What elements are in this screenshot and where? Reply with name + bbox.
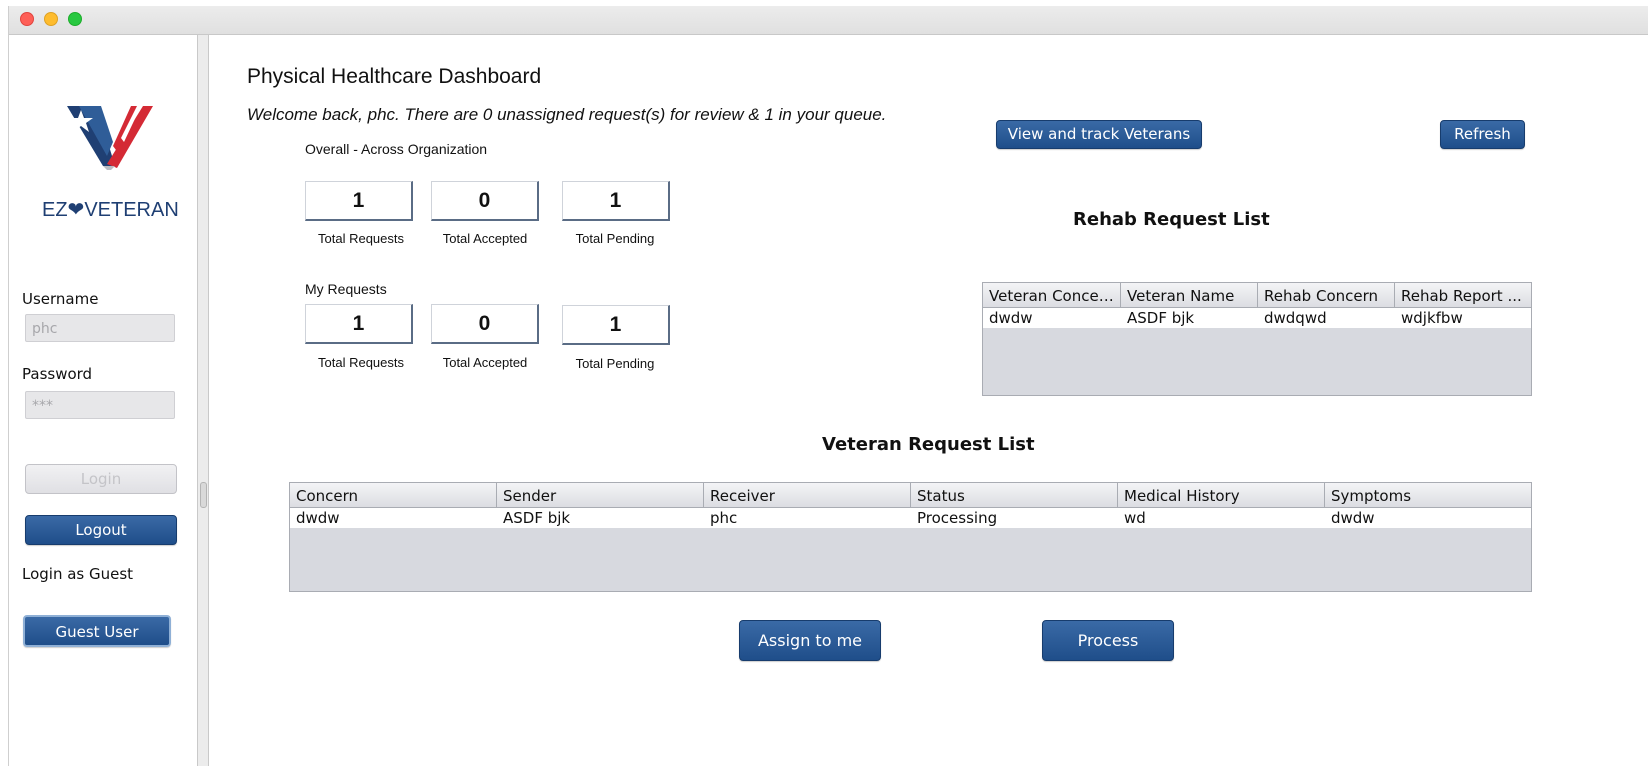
column-header[interactable]: Medical History <box>1118 483 1325 507</box>
overall-total-pending-value: 1 <box>562 181 670 221</box>
table-cell: phc <box>710 509 738 527</box>
my-total-pending-caption: Total Pending <box>575 356 655 371</box>
column-header[interactable]: Symptoms <box>1325 483 1531 507</box>
overall-total-pending-caption: Total Pending <box>575 231 655 246</box>
overall-total-requests-value: 1 <box>305 181 413 221</box>
veteran-table-header: Concern Sender Receiver Status Medical H… <box>290 483 1531 508</box>
table-cell: ASDF bjk <box>1127 309 1195 327</box>
process-button[interactable]: Process <box>1042 620 1174 661</box>
password-label: Password <box>22 365 93 383</box>
table-row[interactable]: dwdw ASDF bjk dwdqwd wdjkfbw <box>983 308 1531 328</box>
veteran-request-table: Concern Sender Receiver Status Medical H… <box>289 482 1532 592</box>
my-requests-section-label: My Requests <box>305 281 387 297</box>
page-title: Physical Healthcare Dashboard <box>247 65 542 88</box>
column-header[interactable]: Sender <box>497 483 704 507</box>
ezveteran-logo-icon <box>67 106 153 170</box>
column-header[interactable]: Rehab Report ... <box>1395 283 1531 307</box>
my-total-requests-value: 1 <box>305 304 413 344</box>
column-header[interactable]: Rehab Concern <box>1258 283 1395 307</box>
table-cell: wd <box>1124 509 1146 527</box>
username-field[interactable]: phc <box>25 314 175 342</box>
table-cell: dwdqwd <box>1264 309 1327 327</box>
assign-to-me-button[interactable]: Assign to me <box>739 620 881 661</box>
rehab-request-table: Veteran Concern Veteran Name Rehab Conce… <box>982 282 1532 396</box>
table-cell: Processing <box>917 509 998 527</box>
column-header[interactable]: Receiver <box>704 483 911 507</box>
divider-grip-icon[interactable] <box>200 482 207 508</box>
column-header[interactable]: Status <box>911 483 1118 507</box>
guest-heading: Login as Guest <box>22 565 134 583</box>
logo-text: EZ❤VETERAN <box>42 199 179 221</box>
guest-user-button[interactable]: Guest User <box>23 615 171 647</box>
welcome-message: Welcome back, phc. There are 0 unassigne… <box>247 105 887 124</box>
table-row[interactable]: dwdw ASDF bjk phc Processing wd dwdw <box>290 508 1531 528</box>
refresh-button[interactable]: Refresh <box>1440 120 1525 149</box>
table-cell: dwdw <box>989 309 1033 327</box>
table-cell: dwdw <box>296 509 340 527</box>
password-field[interactable]: *** <box>25 391 175 419</box>
overall-total-accepted-value: 0 <box>431 181 539 221</box>
close-window-button[interactable] <box>20 12 34 26</box>
logout-button[interactable]: Logout <box>25 515 177 545</box>
my-total-accepted-value: 0 <box>431 304 539 344</box>
title-bar <box>9 6 1648 35</box>
column-header[interactable]: Veteran Name <box>1121 283 1258 307</box>
column-header[interactable]: Veteran Concern <box>983 283 1121 307</box>
my-total-pending-value: 1 <box>562 305 670 345</box>
my-total-accepted-caption: Total Accepted <box>442 355 528 370</box>
overall-total-accepted-caption: Total Accepted <box>442 231 528 246</box>
column-header[interactable]: Concern <box>290 483 497 507</box>
table-cell: ASDF bjk <box>503 509 571 527</box>
zoom-window-button[interactable] <box>68 12 82 26</box>
overall-section-label: Overall - Across Organization <box>305 141 488 157</box>
rehab-list-title: Rehab Request List <box>1073 209 1270 230</box>
my-total-requests-caption: Total Requests <box>318 355 404 370</box>
split-pane-divider[interactable] <box>198 35 209 766</box>
sidebar: EZ❤VETERAN Username phc Password *** Log… <box>9 35 198 766</box>
login-button[interactable]: Login <box>25 464 177 494</box>
minimize-window-button[interactable] <box>44 12 58 26</box>
view-track-veterans-button[interactable]: View and track Veterans <box>996 120 1202 149</box>
veteran-list-title: Veteran Request List <box>822 434 1035 455</box>
rehab-table-header: Veteran Concern Veteran Name Rehab Conce… <box>983 283 1531 308</box>
table-cell: dwdw <box>1331 509 1375 527</box>
table-cell: wdjkfbw <box>1401 309 1463 327</box>
app-window: EZ❤VETERAN Username phc Password *** Log… <box>8 6 1648 766</box>
overall-total-requests-caption: Total Requests <box>318 231 404 246</box>
username-label: Username <box>22 290 99 308</box>
